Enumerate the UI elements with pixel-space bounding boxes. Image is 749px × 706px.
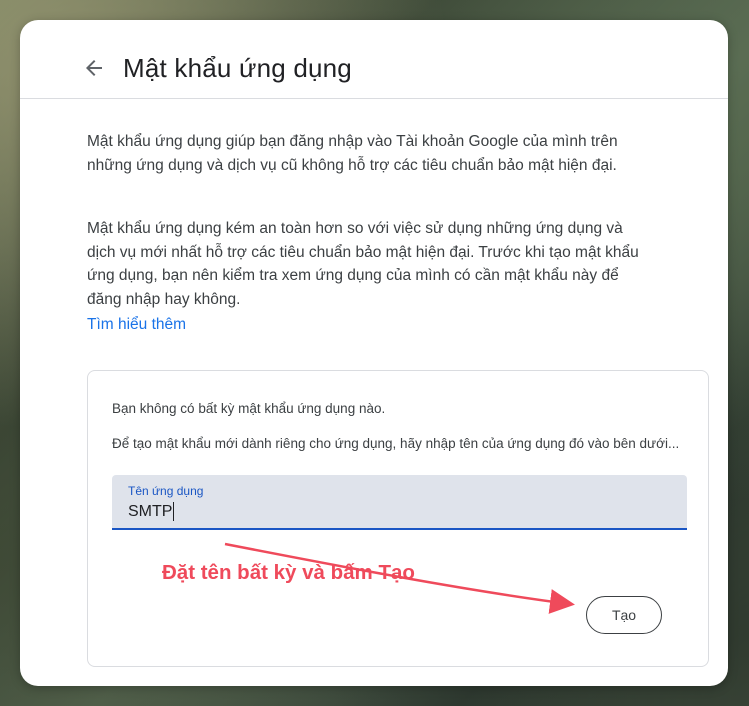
app-name-field[interactable]: Tên ứng dụng SMTP <box>112 475 687 530</box>
app-name-input[interactable]: SMTP <box>128 503 172 521</box>
page-header: Mật khẩu ứng dụng <box>20 20 728 99</box>
back-button[interactable] <box>82 56 106 80</box>
intro-paragraph-2: Mật khẩu ứng dụng kém an toàn hơn so với… <box>87 220 639 308</box>
annotation-text: Đặt tên bất kỳ và bấm Tạo <box>162 561 415 584</box>
create-button[interactable]: Tạo <box>586 596 662 634</box>
arrow-left-icon <box>86 60 102 76</box>
create-app-password-panel: Bạn không có bất kỳ mật khẩu ứng dụng nà… <box>87 370 709 667</box>
text-caret <box>173 502 175 521</box>
page-title: Mật khẩu ứng dụng <box>123 53 352 83</box>
intro-paragraph-1: Mật khẩu ứng dụng giúp bạn đăng nhập vào… <box>87 133 618 174</box>
app-name-label: Tên ứng dụng <box>128 484 204 498</box>
learn-more-link[interactable]: Tìm hiểu thêm <box>87 313 186 337</box>
instructions-text: Để tạo mật khẩu mới dành riêng cho ứng d… <box>112 436 680 451</box>
no-passwords-text: Bạn không có bất kỳ mật khẩu ứng dụng nà… <box>112 401 386 416</box>
app-passwords-card: Mật khẩu ứng dụng Mật khẩu ứng dụng giúp… <box>20 20 728 686</box>
app-name-input-wrap: SMTP <box>128 502 175 521</box>
